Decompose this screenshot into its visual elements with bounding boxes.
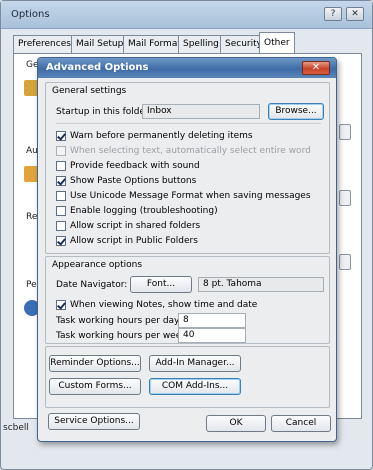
font-button[interactable]: Font... xyxy=(130,276,192,293)
option-select-entire-word: When selecting text, automatically selec… xyxy=(56,144,311,157)
close-icon[interactable]: ✕ xyxy=(302,61,330,75)
action-buttons-group: Reminder Options... Add-In Manager... Cu… xyxy=(45,346,330,408)
option-warn-delete[interactable]: Warn before permanently deleting items xyxy=(56,129,253,142)
custom-forms-button[interactable]: Custom Forms... xyxy=(49,378,141,395)
reminder-options-button[interactable]: Reminder Options... xyxy=(49,355,141,372)
hours-per-week-label: Task working hours per week: xyxy=(56,331,190,341)
option-enable-logging[interactable]: Enable logging (troubleshooting) xyxy=(56,204,218,217)
options-title: Options xyxy=(11,9,50,20)
general-settings-heading: General settings xyxy=(52,86,127,96)
checkbox[interactable] xyxy=(56,205,66,216)
advanced-options-dialog: Advanced Options ✕ General settings Star… xyxy=(37,57,337,442)
peek-button[interactable] xyxy=(339,124,351,140)
option-label: Allow script in shared folders xyxy=(70,220,201,231)
ok-button[interactable]: OK xyxy=(206,415,266,432)
tab-other[interactable]: Other xyxy=(259,32,295,54)
tab-mail-setup[interactable]: Mail Setup xyxy=(71,35,129,53)
com-add-ins-button[interactable]: COM Add-Ins... xyxy=(149,378,241,395)
option-unicode-format[interactable]: Use Unicode Message Format when saving m… xyxy=(56,189,311,202)
checkbox[interactable] xyxy=(56,130,66,141)
option-label: When selecting text, automatically selec… xyxy=(70,145,311,156)
browse-button[interactable]: Browse... xyxy=(268,103,324,120)
peek-bottom-text: scbell xyxy=(3,423,29,433)
option-label: Show Paste Options buttons xyxy=(70,175,197,186)
tab-spelling[interactable]: Spelling xyxy=(178,35,224,53)
option-label: Allow script in Public Folders xyxy=(70,235,198,246)
appearance-options-heading: Appearance options xyxy=(52,260,143,270)
add-in-manager-button[interactable]: Add-In Manager... xyxy=(149,355,241,372)
checkbox[interactable] xyxy=(56,160,66,171)
option-label: Enable logging (troubleshooting) xyxy=(70,205,218,216)
options-close-icon[interactable]: ✕ xyxy=(346,7,364,21)
option-label: Use Unicode Message Format when saving m… xyxy=(70,190,311,201)
option-paste-options[interactable]: Show Paste Options buttons xyxy=(56,174,196,187)
options-title-bar: Options ? ✕ xyxy=(1,1,372,29)
date-navigator-label: Date Navigator: xyxy=(56,280,128,290)
peek-button[interactable] xyxy=(339,190,351,206)
hours-per-week-field[interactable]: 40 xyxy=(178,328,246,343)
checkbox xyxy=(56,145,66,156)
startup-folder-label: Startup in this folder: xyxy=(56,107,152,117)
option-notes-time-date[interactable]: When viewing Notes, show time and date xyxy=(56,298,257,311)
option-label: Provide feedback with sound xyxy=(70,160,200,171)
option-label: When viewing Notes, show time and date xyxy=(70,299,258,310)
hours-per-day-field[interactable]: 8 xyxy=(178,313,246,328)
font-display: 8 pt. Tahoma xyxy=(198,277,324,292)
option-script-shared-folders[interactable]: Allow script in shared folders xyxy=(56,219,200,232)
service-options-button[interactable]: Service Options... xyxy=(48,413,140,430)
checkbox[interactable] xyxy=(56,175,66,186)
option-label: Warn before permanently deleting items xyxy=(70,130,253,141)
help-icon[interactable]: ? xyxy=(324,7,342,21)
hours-per-day-label: Task working hours per day: xyxy=(56,316,182,326)
peek-button[interactable] xyxy=(339,254,351,270)
cancel-button[interactable]: Cancel xyxy=(271,415,331,432)
checkbox[interactable] xyxy=(56,235,66,246)
option-script-public-folders[interactable]: Allow script in Public Folders xyxy=(56,234,198,247)
checkbox[interactable] xyxy=(56,220,66,231)
checkbox[interactable] xyxy=(56,299,66,310)
appearance-options-group: Appearance options Date Navigator: Font.… xyxy=(45,256,330,344)
dialog-title-bar: Advanced Options ✕ xyxy=(38,58,336,78)
tab-preferences[interactable]: Preferences xyxy=(13,35,76,53)
option-sound-feedback[interactable]: Provide feedback with sound xyxy=(56,159,200,172)
checkbox[interactable] xyxy=(56,190,66,201)
general-separator xyxy=(56,123,321,124)
tab-mail-format[interactable]: Mail Format xyxy=(123,35,186,53)
dialog-title: Advanced Options xyxy=(46,62,149,73)
startup-folder-field[interactable]: Inbox xyxy=(142,104,260,119)
general-settings-group: General settings Startup in this folder:… xyxy=(45,82,330,254)
